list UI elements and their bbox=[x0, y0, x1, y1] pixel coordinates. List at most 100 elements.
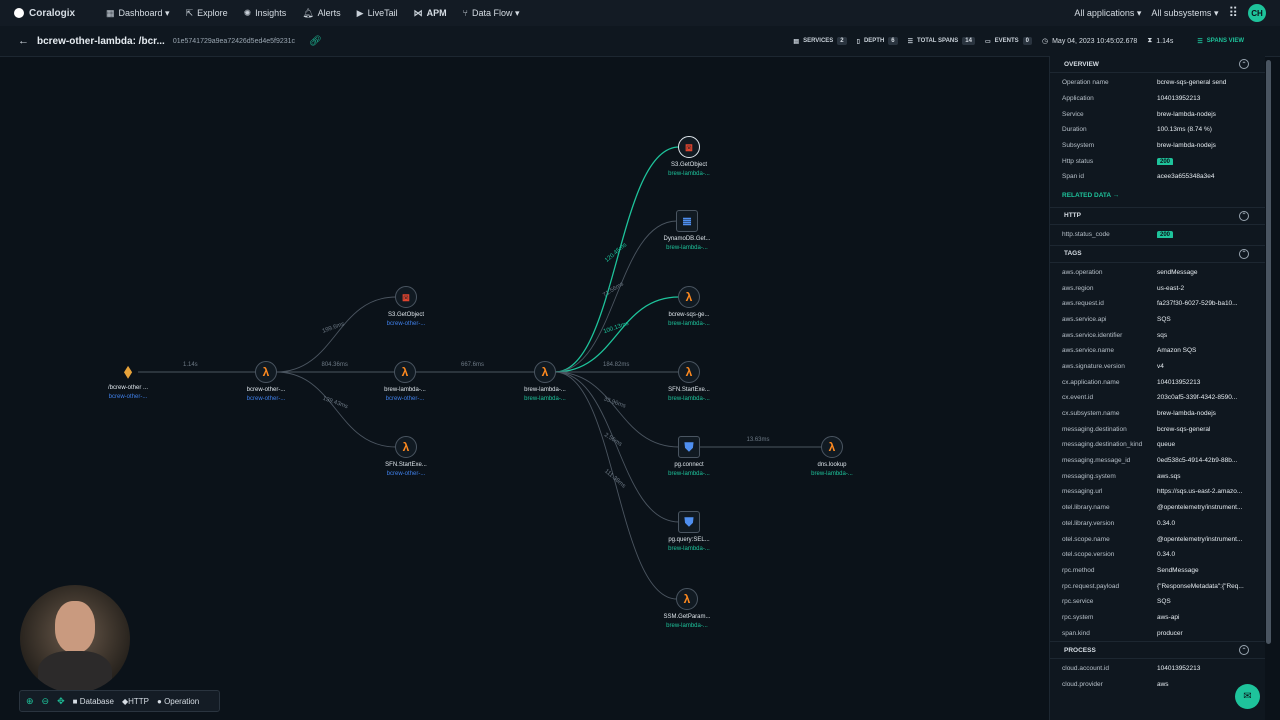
collapse-icon[interactable]: ⌃ bbox=[1239, 248, 1249, 259]
node-service: bcrew-other-... bbox=[108, 394, 148, 400]
nav-insights[interactable]: ✺ Insights bbox=[244, 8, 287, 19]
nav-apm[interactable]: ⋈ APM bbox=[414, 8, 447, 19]
trace-id: 01e5741729a9ea72426d5ed4e5f9231c bbox=[172, 37, 296, 45]
graph-node[interactable]: ⛊ pg.query:SEL... brew-lambda-... bbox=[649, 511, 729, 552]
related-data-link[interactable]: RELATED DATA → bbox=[1050, 185, 1265, 208]
attribute-value-cell: @opentelemetry/instrument... bbox=[1157, 504, 1257, 511]
applications-select[interactable]: All applications ▾ bbox=[1074, 8, 1141, 19]
attribute-value-cell: 104013952213 bbox=[1157, 379, 1257, 386]
back-arrow-icon[interactable]: ← bbox=[18, 35, 29, 47]
pan-icon[interactable]: ✥ bbox=[57, 696, 65, 707]
panel-scrollbar[interactable] bbox=[1266, 60, 1271, 644]
attribute-value: 0.34.0 bbox=[1157, 551, 1176, 559]
node-label: S3.GetObject bbox=[670, 162, 708, 168]
collapse-icon[interactable]: ⌃ bbox=[1239, 645, 1249, 655]
copy-link-icon[interactable]: 🔗︎ bbox=[309, 36, 322, 47]
overview-header[interactable]: OVERVIEW ⌃ bbox=[1050, 56, 1265, 73]
graph-node[interactable]: λ brew-lambda-... brew-lambda-... bbox=[505, 361, 585, 402]
attribute-value: sendMessage bbox=[1157, 268, 1198, 276]
attribute-value: brew-lambda-nodejs bbox=[1157, 410, 1216, 418]
spans-view-button[interactable]: ☰ SPANS VIEW bbox=[1197, 38, 1244, 45]
zoom-out-icon[interactable]: ⊖ bbox=[42, 696, 50, 707]
graph-node[interactable]: ⧈ S3.GetObject brew-lambda-... bbox=[649, 136, 729, 177]
graph-node[interactable]: λ brew-lambda-... bcrew-other-... bbox=[365, 361, 445, 402]
graph-node[interactable]: ⬧ /bcrew-other ... bcrew-other-... bbox=[88, 361, 168, 401]
graph-node[interactable]: ≣ DynamoDB.Get... brew-lambda-... bbox=[647, 210, 727, 251]
graph-node[interactable]: λ bcrew-sqs-ge... brew-lambda-... bbox=[649, 286, 729, 327]
attribute-value-cell: brew-lambda-nodejs bbox=[1157, 111, 1257, 118]
nav-explore[interactable]: ⇱ Explore bbox=[186, 8, 228, 19]
attribute-key: rpc.service bbox=[1062, 598, 1094, 606]
trace-header: ← bcrew-other-lambda: /bcr... 01e5741729… bbox=[0, 26, 1280, 57]
collapse-icon[interactable]: ⌃ bbox=[1239, 59, 1249, 69]
top-nav: Coralogix ▦ Dashboard ▾ ⇱ Explore ✺ Insight… bbox=[0, 0, 1280, 26]
attribute-row: rpc.system aws-api bbox=[1050, 610, 1265, 626]
section-title: TAGS bbox=[1064, 250, 1082, 257]
events-icon: ▭ bbox=[984, 38, 991, 45]
lambda-icon: λ bbox=[676, 588, 698, 610]
attribute-value: https://sqs.us-east-2.amazo... bbox=[1157, 488, 1243, 496]
attribute-value: acee3a655348a3e4 bbox=[1157, 173, 1215, 181]
brand-logo[interactable]: Coralogix bbox=[14, 8, 92, 19]
graph-node[interactable]: λ SFN.StartExe... brew-lambda-... bbox=[649, 361, 729, 402]
http-header[interactable]: HTTP ⌃ bbox=[1050, 208, 1265, 225]
stat-services: ▤ SERVICES 2 bbox=[793, 37, 847, 45]
graph-node[interactable]: λ bcrew-other-... bcrew-other-... bbox=[226, 361, 306, 402]
graph-node[interactable]: λ SFN.StartExe... bcrew-other-... bbox=[366, 436, 446, 477]
attribute-key: messaging.destination_kind bbox=[1062, 441, 1143, 449]
section-title: HTTP bbox=[1064, 212, 1081, 220]
attribute-row: http.status_code 200 bbox=[1050, 227, 1265, 243]
chat-icon[interactable]: ✉ bbox=[1235, 684, 1260, 709]
graph-node[interactable]: λ dns.lookup brew-lambda-... bbox=[792, 436, 872, 477]
attribute-key: rpc.system bbox=[1062, 613, 1094, 621]
edge-duration-label: 804.36ms bbox=[321, 362, 348, 368]
attribute-value: 0ed538c5-4914-42b9-88b... bbox=[1157, 457, 1238, 465]
attribute-value-cell: 203c0af5-339f-4342-8590... bbox=[1157, 394, 1257, 401]
subsystems-select[interactable]: All subsystems ▾ bbox=[1151, 8, 1218, 19]
attribute-key: Duration bbox=[1062, 126, 1087, 134]
attribute-key: Application bbox=[1062, 95, 1094, 103]
nav-label: LiveTail bbox=[367, 8, 398, 18]
trace-title: bcrew-other-lambda: /bcr... bbox=[37, 35, 165, 47]
node-label: pg.connect bbox=[674, 462, 704, 468]
nav-label: Insights bbox=[255, 8, 287, 18]
timestamp-value: May 04, 2023 10:45:02.678 bbox=[1052, 37, 1138, 45]
attribute-key: rpc.request.payload bbox=[1062, 582, 1120, 590]
attribute-key: aws.service.name bbox=[1062, 347, 1115, 355]
brand-name: Coralogix bbox=[29, 7, 76, 19]
nav-dataflow[interactable]: ⑂ Data Flow ▾ bbox=[463, 8, 520, 19]
avatar[interactable]: CH bbox=[1248, 4, 1266, 22]
hourglass-icon: ⧗ bbox=[1147, 37, 1153, 44]
graph-node[interactable]: ⧈ S3.GetObject bcrew-other-... bbox=[366, 286, 446, 327]
node-label: pg.query:SEL... bbox=[668, 537, 710, 543]
attribute-value: 100.13ms (8.74 %) bbox=[1157, 126, 1212, 134]
legend-label: Database bbox=[79, 696, 114, 706]
tags-header[interactable]: TAGS ⌃ bbox=[1050, 246, 1265, 263]
attribute-row: Service brew-lambda-nodejs bbox=[1050, 106, 1265, 122]
legend-label: HTTP bbox=[128, 696, 149, 706]
graph-node[interactable]: λ SSM.GetParam... brew-lambda-... bbox=[647, 588, 727, 629]
stat-label: DEPTH bbox=[863, 38, 885, 44]
node-service: bcrew-other-... bbox=[386, 321, 426, 327]
graph-edge[interactable] bbox=[554, 146, 680, 373]
attribute-key: cx.subsystem.name bbox=[1062, 410, 1120, 418]
node-service: brew-lambda-... bbox=[811, 471, 853, 477]
service-map-canvas[interactable]: 1.14s 199.6ms 804.36ms 139.43ms 667.6ms 120.4… bbox=[8, 57, 1046, 720]
collapse-icon[interactable]: ⌃ bbox=[1239, 210, 1249, 221]
process-header[interactable]: PROCESS ⌃ bbox=[1050, 641, 1265, 659]
zoom-in-icon[interactable]: ⊕ bbox=[26, 696, 34, 707]
apps-grid-icon[interactable]: ⠿ bbox=[1228, 5, 1238, 21]
spans-view-label: SPANS VIEW bbox=[1206, 38, 1244, 44]
nav-dashboard[interactable]: ▦ Dashboard ▾ bbox=[106, 8, 170, 19]
attribute-value: Amazon SQS bbox=[1157, 347, 1197, 355]
graph-node[interactable]: ⛊ pg.connect brew-lambda-... bbox=[649, 436, 729, 477]
attribute-row: cx.subsystem.name brew-lambda-nodejs bbox=[1050, 406, 1265, 422]
node-label: bcrew-sqs-ge... bbox=[668, 312, 710, 318]
edge-duration-label: 1.14s bbox=[183, 362, 198, 368]
nav-alerts[interactable]: 🔔︎ Alerts bbox=[302, 8, 340, 19]
lambda-icon: λ bbox=[394, 361, 416, 383]
nav-livetail[interactable]: ▶ LiveTail bbox=[357, 8, 398, 19]
attribute-key: Subsystem bbox=[1062, 142, 1095, 150]
attribute-value-cell: https://sqs.us-east-2.amazo... bbox=[1157, 488, 1257, 495]
node-label: dns.lookup bbox=[817, 462, 847, 468]
